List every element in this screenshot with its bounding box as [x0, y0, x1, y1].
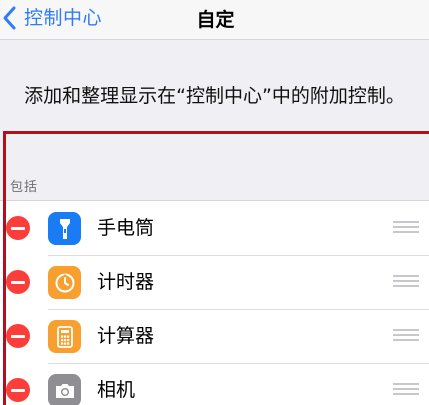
- camera-icon: [48, 374, 81, 405]
- list-item-calculator: 计算器: [0, 309, 429, 363]
- flashlight-icon: [48, 212, 81, 245]
- remove-button[interactable]: [6, 270, 30, 294]
- reorder-handle-icon[interactable]: [393, 221, 419, 235]
- list-item-camera: 相机: [0, 363, 429, 405]
- remove-button[interactable]: [6, 216, 30, 240]
- included-controls-list: 手电筒 计时器 计算器 相机: [0, 200, 429, 405]
- list-item-label: 手电筒: [97, 217, 155, 239]
- timer-icon: [48, 266, 81, 299]
- calculator-icon: [48, 320, 81, 353]
- remove-button[interactable]: [6, 378, 30, 402]
- page-title: 自定: [196, 9, 235, 31]
- reorder-handle-icon[interactable]: [393, 275, 419, 289]
- list-item-label: 计算器: [97, 325, 155, 347]
- list-item-timer: 计时器: [0, 255, 429, 309]
- navigation-bar: 控制中心 自定: [0, 0, 429, 40]
- list-item-label: 计时器: [97, 271, 155, 293]
- list-item-flashlight: 手电筒: [0, 201, 429, 255]
- list-item-label: 相机: [97, 379, 136, 401]
- reorder-handle-icon[interactable]: [393, 329, 419, 343]
- remove-button[interactable]: [6, 324, 30, 348]
- description-text: 添加和整理显示在“控制中心”中的附加控制。: [24, 85, 405, 107]
- reorder-handle-icon[interactable]: [393, 383, 419, 397]
- section-header-included: 包括: [10, 180, 39, 195]
